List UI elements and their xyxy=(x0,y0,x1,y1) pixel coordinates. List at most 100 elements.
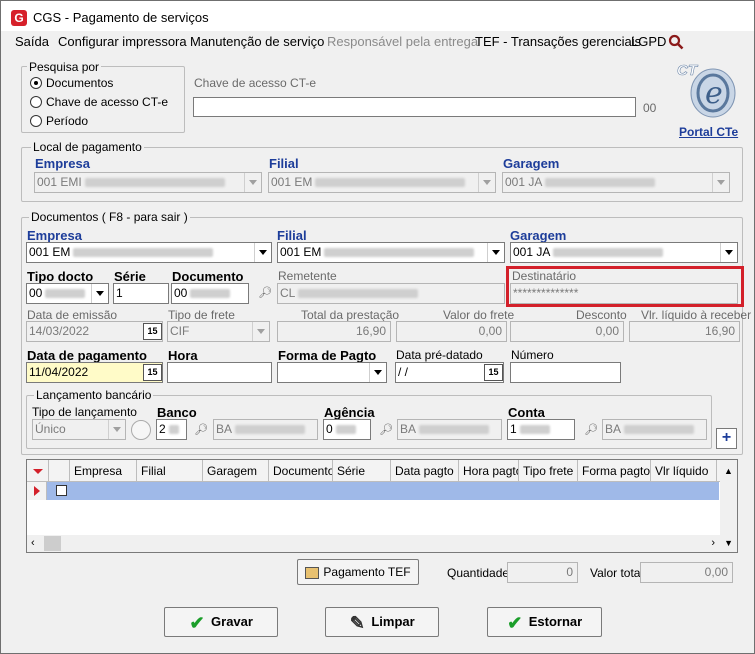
grid-vertical-scrollbar[interactable]: ▲ xyxy=(720,460,737,535)
tipo-docto-label: Tipo docto xyxy=(27,269,94,284)
local-filial-label: Filial xyxy=(269,156,299,171)
radio-chave-acesso-label[interactable]: Chave de acesso CT-e xyxy=(46,95,168,109)
grid-col-empresa[interactable]: Empresa xyxy=(70,460,137,482)
scroll-right-icon[interactable]: › xyxy=(711,537,715,549)
menu-lgpd[interactable]: LGPD xyxy=(631,34,666,49)
current-row-indicator xyxy=(27,482,47,500)
forma-pagto-select[interactable] xyxy=(277,362,387,383)
conta-input[interactable]: 1 xyxy=(507,419,575,440)
doc-filial-label: Filial xyxy=(277,228,307,243)
agencia-input[interactable]: 0 xyxy=(323,419,371,440)
payments-grid[interactable]: Empresa Filial Garagem Documento Série D… xyxy=(26,459,738,553)
total-prestacao-label: Total da prestação xyxy=(301,308,400,322)
banco-label: Banco xyxy=(157,405,197,420)
binoculars-icon[interactable]: 🔎︎ xyxy=(378,422,394,438)
doc-empresa-select[interactable]: 001 EM xyxy=(26,242,272,263)
menu-responsavel-entrega: Responsável pela entrega xyxy=(327,34,479,49)
serie-input[interactable]: 1 xyxy=(113,283,169,304)
gravar-button[interactable]: ✔ Gravar xyxy=(164,607,278,637)
lancamento-title: Lançamento bancário xyxy=(34,388,154,402)
grid-col-hora-pagto[interactable]: Hora pagto xyxy=(459,460,519,482)
forma-pagto-label: Forma de Pagto xyxy=(278,348,377,363)
binoculars-icon[interactable]: 🔎︎ xyxy=(257,285,273,301)
radio-periodo-label[interactable]: Período xyxy=(46,114,88,128)
grid-header: Empresa Filial Garagem Documento Série D… xyxy=(27,460,737,482)
local-garagem-label: Garagem xyxy=(503,156,560,171)
add-button[interactable]: + xyxy=(716,428,737,449)
main-window: G CGS - Pagamento de serviços Saída Conf… xyxy=(0,0,755,654)
tipo-frete-label: Tipo de frete xyxy=(168,308,235,322)
numero-input[interactable] xyxy=(510,362,621,383)
documento-input[interactable]: 00 xyxy=(171,283,249,304)
hora-input[interactable] xyxy=(167,362,272,383)
grid-col-vlr-liquido[interactable]: Vlr líquido xyxy=(651,460,717,482)
table-row[interactable] xyxy=(27,482,719,500)
valor-total-field: 0,00 xyxy=(640,562,733,583)
documento-label: Documento xyxy=(172,269,244,284)
binoculars-icon[interactable]: 🔎︎ xyxy=(193,422,209,438)
svg-text:e: e xyxy=(705,76,723,111)
card-icon xyxy=(305,566,320,579)
valor-frete-field: 0,00 xyxy=(396,321,507,342)
quantidade-field: 0 xyxy=(507,562,578,583)
radio-documentos[interactable] xyxy=(30,77,42,89)
tipo-docto-select[interactable]: 00 xyxy=(26,283,109,304)
scroll-thumb[interactable] xyxy=(44,536,61,551)
binoculars-icon[interactable]: 🔎︎ xyxy=(583,422,599,438)
radio-documentos-label[interactable]: Documentos xyxy=(46,76,113,90)
menu-saida[interactable]: Saída xyxy=(15,34,49,49)
search-icon[interactable] xyxy=(668,34,684,50)
grid-select-column xyxy=(49,460,70,482)
valor-frete-label: Valor do frete xyxy=(443,308,515,322)
grid-col-data-pagto[interactable]: Data pagto xyxy=(391,460,459,482)
local-filial-select: 001 EM xyxy=(268,172,496,193)
doc-garagem-select[interactable]: 001 JA xyxy=(510,242,738,263)
total-prestacao-field: 16,90 xyxy=(277,321,391,342)
grid-col-documento[interactable]: Documento xyxy=(269,460,333,482)
liquido-label: Vlr. líquido à receber xyxy=(641,308,752,322)
banco-input[interactable]: 2 xyxy=(156,419,187,440)
grid-filter-icon[interactable] xyxy=(27,460,49,482)
svg-text:CT: CT xyxy=(677,62,699,79)
calendar-icon[interactable]: 15 xyxy=(143,364,162,381)
doc-empresa-label: Empresa xyxy=(27,228,82,243)
grid-horizontal-scrollbar[interactable]: ‹ › ▼ xyxy=(27,535,737,552)
remetente-field: CL xyxy=(277,283,505,304)
eraser-icon: ✎ xyxy=(349,612,365,633)
scroll-down-icon[interactable]: ▼ xyxy=(724,538,733,548)
grid-col-tipo-frete[interactable]: Tipo frete xyxy=(519,460,578,482)
radio-periodo[interactable] xyxy=(30,115,42,127)
tipo-lancamento-select: Único xyxy=(32,419,126,440)
menu-configurar-impressora[interactable]: Configurar impressora xyxy=(58,34,187,49)
check-icon: ✔ xyxy=(507,612,523,633)
numero-label: Número xyxy=(511,348,554,362)
calendar-icon[interactable]: 15 xyxy=(484,364,503,381)
local-garagem-select: 001 JA xyxy=(502,172,730,193)
tipo-frete-select: CIF xyxy=(167,321,270,342)
access-key-label: Chave de acesso CT-e xyxy=(194,76,317,90)
grid-col-serie[interactable]: Série xyxy=(333,460,391,482)
scroll-up-icon[interactable]: ▲ xyxy=(724,466,733,476)
estornar-button[interactable]: ✔ Estornar xyxy=(487,607,602,637)
grid-col-forma-pagto[interactable]: Forma pagto xyxy=(578,460,651,482)
data-emissao-label: Data de emissão xyxy=(27,308,118,322)
remetente-label: Remetente xyxy=(278,269,337,283)
row-checkbox[interactable] xyxy=(56,485,67,496)
access-key-input[interactable] xyxy=(193,97,636,117)
menu-tef-transacoes[interactable]: TEF - Transações gerenciais xyxy=(475,34,641,49)
scroll-left-icon[interactable]: ‹ xyxy=(31,537,35,549)
window-title: CGS - Pagamento de serviços xyxy=(33,10,209,25)
grid-col-filial[interactable]: Filial xyxy=(137,460,203,482)
radio-chave-acesso[interactable] xyxy=(30,96,42,108)
cte-logo-icon: e CT xyxy=(677,62,736,118)
conta-label: Conta xyxy=(508,405,545,420)
menu-manutencao-servico[interactable]: Manutenção de serviço xyxy=(190,34,324,49)
doc-filial-select[interactable]: 001 EM xyxy=(277,242,505,263)
portal-cte-link[interactable]: Portal CTe xyxy=(679,125,738,139)
data-pre-datado-label: Data pré-datado xyxy=(396,348,483,362)
limpar-button[interactable]: ✎ Limpar xyxy=(325,607,439,637)
serie-label: Série xyxy=(114,269,146,284)
grid-col-garagem[interactable]: Garagem xyxy=(203,460,269,482)
local-empresa-select: 001 EMI xyxy=(34,172,262,193)
pagamento-tef-button[interactable]: Pagamento TEF xyxy=(297,559,419,585)
